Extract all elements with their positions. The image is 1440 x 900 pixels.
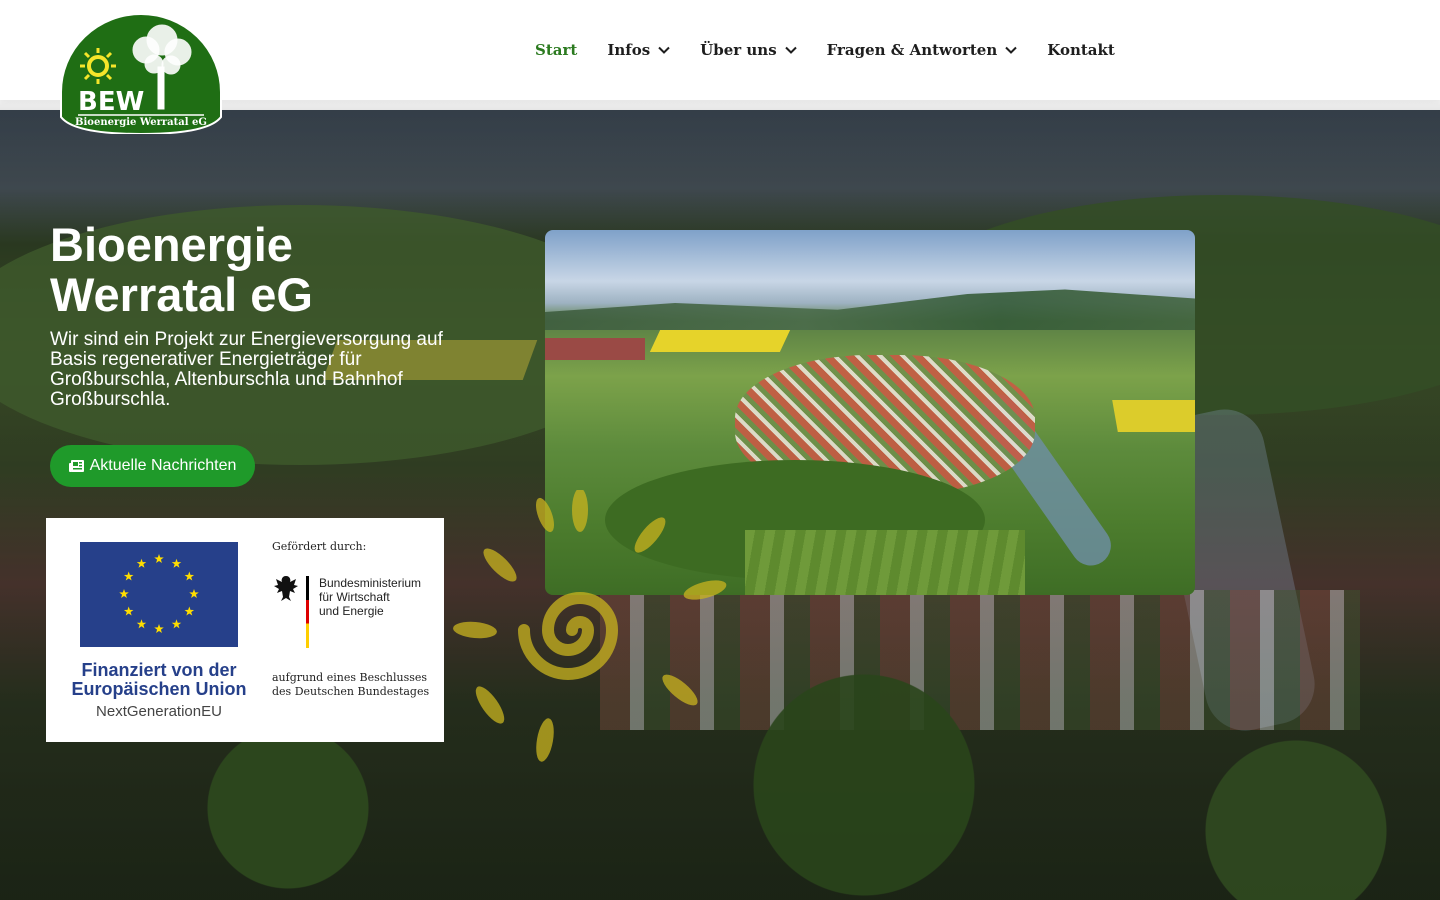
chevron-down-icon: [658, 46, 670, 54]
nav-item-kontakt[interactable]: Kontakt: [1047, 41, 1115, 59]
newspaper-icon: [68, 460, 84, 472]
nav-item-ueber-uns[interactable]: Über uns: [700, 41, 797, 59]
logo-name: Bioenergie Werratal eG: [75, 117, 207, 128]
federal-eagle-icon: [274, 576, 298, 601]
nav-item-label: Über uns: [700, 41, 777, 59]
bmwi-heading: Gefördert durch:: [272, 540, 367, 553]
nav-item-start[interactable]: Start: [535, 41, 577, 59]
eu-line-2: Europäischen Union: [71, 679, 247, 699]
hero-section: Bioenergie Werratal eG Wir sind ein Proj…: [0, 110, 1440, 900]
nav-item-label: Kontakt: [1047, 41, 1115, 59]
news-button-label: Aktuelle Nachrichten: [89, 457, 237, 474]
nav-item-label: Infos: [607, 41, 651, 59]
chevron-down-icon: [784, 46, 797, 54]
eu-line-1: Finanziert von der: [81, 660, 237, 680]
bmwi-footer: aufgrund eines Beschlusses des Deutschen…: [272, 671, 430, 698]
eu-line-3: NextGenerationEU: [96, 703, 222, 720]
bmwi-name: Bundesministerium für Wirtschaft und Ene…: [319, 576, 422, 618]
nav-item-fragen-antworten[interactable]: Fragen & Antworten: [827, 41, 1018, 59]
german-flag-bar: [306, 576, 309, 648]
hero-description: Wir sind ein Projekt zur Energieversorgu…: [50, 329, 443, 410]
eu-funding-text: Finanziert von der Europäischen Union: [46, 661, 272, 699]
nav-item-infos[interactable]: Infos: [607, 41, 670, 59]
photo-rapeseed-field: [649, 330, 791, 352]
news-button[interactable]: Aktuelle Nachrichten: [50, 445, 255, 487]
main-nav: Start Infos Über uns Fragen & Antworten …: [535, 0, 1145, 100]
photo-rapeseed-field: [1112, 400, 1195, 432]
funding-banner: Finanziert von der Europäischen Union Ne…: [46, 518, 444, 742]
eu-flag-icon: [80, 542, 238, 647]
photo-hills: [545, 289, 1195, 330]
nav-item-label: Fragen & Antworten: [826, 41, 998, 59]
logo-initials: BEW: [78, 87, 144, 117]
nav-item-label: Start: [535, 41, 578, 59]
site-logo[interactable]: BEW Bioenergie Werratal eG: [58, 12, 224, 134]
photo-field: [745, 530, 1025, 595]
chevron-down-icon: [1005, 46, 1017, 54]
sun-watermark-icon: [453, 490, 727, 762]
page-title: Bioenergie Werratal eG: [50, 218, 313, 321]
photo-field: [545, 338, 645, 360]
